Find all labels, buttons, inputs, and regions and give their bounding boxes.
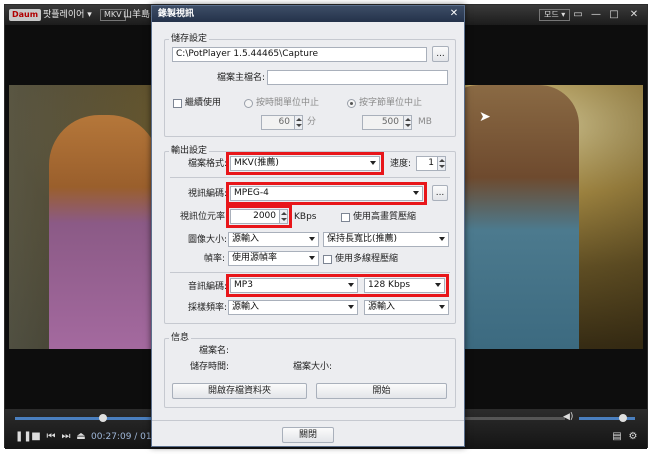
video-codec-settings-button[interactable]: ... bbox=[432, 185, 448, 201]
speed-label: 速度: bbox=[390, 159, 412, 169]
playlist-icon[interactable]: ▤ bbox=[611, 431, 623, 443]
file-format-highlight bbox=[226, 152, 384, 175]
time-limit-field[interactable]: 60 bbox=[261, 115, 303, 130]
time-limit-spinner[interactable] bbox=[294, 116, 302, 129]
settings-gear-icon[interactable]: ⚙ bbox=[627, 431, 639, 443]
speed-field[interactable]: 1 bbox=[416, 156, 446, 171]
dialog-titlebar: 錄製視訊 ✕ bbox=[152, 6, 464, 22]
aspect-ratio-select[interactable]: 保持長寬比(推薦) bbox=[323, 232, 449, 247]
mouse-cursor-icon: ➤ bbox=[479, 109, 491, 125]
previous-icon[interactable]: ⏮ bbox=[45, 431, 57, 443]
speed-spinner[interactable] bbox=[437, 157, 445, 170]
dialog-footer-separator bbox=[152, 420, 464, 421]
sample-rate-label: 採樣頻率: bbox=[188, 303, 228, 313]
mode-menu-button[interactable]: 모드 ▾ bbox=[539, 9, 571, 21]
storage-settings-label: 儲存設定 bbox=[169, 34, 210, 44]
seek-bar[interactable] bbox=[15, 417, 155, 420]
filename-label: 檔案主檔名: bbox=[217, 73, 266, 83]
start-button[interactable]: 開始 bbox=[316, 383, 447, 399]
sample-rate-value: 源輸入 bbox=[232, 302, 260, 312]
volume-icon[interactable]: ◀) bbox=[563, 412, 575, 424]
sample-rate-select[interactable]: 源輸入 bbox=[228, 300, 358, 315]
eject-icon[interactable]: ⏏ bbox=[75, 431, 87, 443]
framerate-select[interactable]: 使用源幀率 bbox=[228, 251, 319, 266]
file-format-label: 檔案格式: bbox=[188, 159, 228, 169]
video-codec-highlight bbox=[226, 182, 427, 205]
close-dialog-button[interactable]: 關閉 bbox=[282, 427, 334, 443]
seek-bar-remaining[interactable] bbox=[465, 417, 565, 420]
info-label: 信息 bbox=[169, 333, 192, 343]
dialog-close-icon[interactable]: ✕ bbox=[448, 7, 460, 20]
stop-by-time-label: 按時間單位中止 bbox=[256, 98, 320, 108]
aspect-ratio-value: 保持長寬比(推薦) bbox=[327, 234, 398, 244]
continue-use-label: 繼續使用 bbox=[185, 98, 222, 108]
output-settings-label: 輸出設定 bbox=[169, 146, 210, 156]
video-figure-left bbox=[49, 115, 159, 349]
record-video-dialog: 錄製視訊 ✕ 儲存設定 C:\PotPlayer 1.5.44465\Captu… bbox=[151, 5, 465, 447]
browse-path-button[interactable]: ... bbox=[432, 46, 449, 62]
info-save-time-label: 儲存時間: bbox=[190, 362, 230, 372]
bitrate-unit-label: KBps bbox=[294, 212, 317, 222]
framerate-label: 幀率: bbox=[204, 254, 226, 264]
image-size-select[interactable]: 源輸入 bbox=[228, 232, 319, 247]
high-quality-label: 使用高畫質壓縮 bbox=[353, 212, 417, 222]
audio-codec-label: 音訊編碼: bbox=[188, 282, 228, 292]
framerate-value: 使用源幀率 bbox=[232, 253, 278, 263]
app-menu[interactable]: 팟플레이어 ▾ bbox=[43, 9, 92, 21]
minimize-icon[interactable]: — bbox=[589, 8, 603, 22]
size-limit-spinner[interactable] bbox=[403, 116, 411, 129]
next-icon[interactable]: ⏭ bbox=[60, 431, 72, 443]
save-path-field[interactable]: C:\PotPlayer 1.5.44465\Capture bbox=[172, 47, 427, 62]
size-limit-field[interactable]: 500 bbox=[362, 115, 412, 130]
video-bitrate-label: 視訊位元率: bbox=[180, 212, 229, 222]
audio-codec-highlight bbox=[226, 274, 449, 297]
app-logo: Daum bbox=[9, 9, 42, 21]
maximize-icon[interactable]: □ bbox=[607, 8, 621, 22]
filename-field[interactable] bbox=[267, 70, 448, 85]
format-badge: MKV bbox=[100, 9, 126, 21]
time-limit-value: 60 bbox=[278, 117, 290, 127]
volume-handle[interactable] bbox=[619, 414, 627, 422]
video-bitrate-highlight bbox=[226, 205, 292, 228]
image-size-value: 源輸入 bbox=[232, 234, 260, 244]
stop-icon[interactable]: ■ bbox=[30, 431, 42, 443]
pause-icon[interactable]: ❚❚ bbox=[15, 431, 32, 443]
high-quality-checkbox[interactable] bbox=[341, 213, 350, 222]
stop-by-size-radio[interactable] bbox=[347, 99, 356, 108]
time-unit-label: 分 bbox=[307, 117, 317, 127]
stop-by-time-radio[interactable] bbox=[244, 99, 253, 108]
info-file-size-label: 檔案大小: bbox=[293, 362, 333, 372]
size-unit-label: MB bbox=[418, 117, 432, 127]
close-icon[interactable]: ✕ bbox=[627, 8, 641, 22]
output-separator-1 bbox=[170, 177, 450, 178]
multithread-label: 使用多線程壓縮 bbox=[335, 254, 399, 264]
multithread-checkbox[interactable] bbox=[323, 255, 332, 264]
video-codec-label: 視訊編碼: bbox=[188, 189, 228, 199]
image-size-label: 圖像大小: bbox=[188, 235, 228, 245]
open-folder-button[interactable]: 開啟存檔資料夾 bbox=[172, 383, 307, 399]
dialog-title: 錄製視訊 bbox=[158, 9, 195, 19]
continue-use-checkbox[interactable] bbox=[173, 99, 182, 108]
channels-select[interactable]: 源輸入 bbox=[364, 300, 449, 315]
speed-value: 1 bbox=[428, 158, 434, 168]
seek-handle[interactable] bbox=[99, 414, 107, 422]
pin-icon[interactable]: ▭ bbox=[571, 8, 585, 22]
channels-value: 源輸入 bbox=[368, 302, 396, 312]
info-filename-label: 檔案名: bbox=[199, 346, 230, 356]
size-limit-value: 500 bbox=[381, 117, 399, 127]
output-separator-2 bbox=[170, 272, 450, 273]
stop-by-size-label: 按字節單位中止 bbox=[359, 98, 423, 108]
